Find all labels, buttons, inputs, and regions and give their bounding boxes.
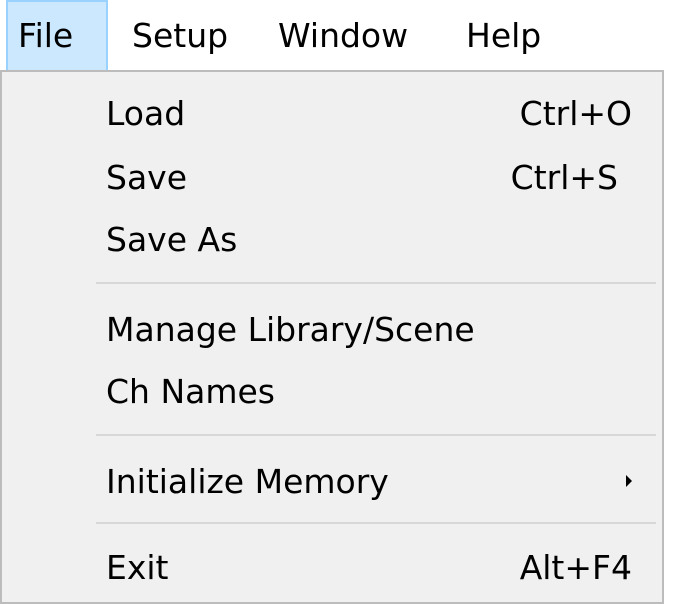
menu-item-manage-library-label: Manage Library/Scene: [106, 310, 475, 349]
menu-help[interactable]: Help: [458, 0, 568, 72]
menu-window-label: Window: [278, 16, 409, 55]
menu-item-ch-names-label: Ch Names: [106, 372, 275, 411]
menu-item-save-as-label: Save As: [106, 220, 238, 259]
menu-item-exit-label: Exit: [106, 548, 169, 587]
menu-item-save-as[interactable]: Save As: [2, 210, 662, 270]
menu-item-save[interactable]: Save Ctrl+S: [2, 148, 662, 208]
menu-file[interactable]: File: [6, 0, 108, 72]
menu-item-initialize-memory[interactable]: Initialize Memory: [2, 452, 662, 512]
menu-separator: [96, 282, 656, 284]
menu-item-exit-shortcut: Alt+F4: [519, 548, 632, 587]
menu-separator: [96, 522, 656, 524]
menu-item-exit[interactable]: Exit Alt+F4: [2, 538, 662, 598]
menu-item-load[interactable]: Load Ctrl+O: [2, 84, 662, 144]
menu-item-save-shortcut: Ctrl+S: [510, 158, 618, 197]
menu-setup-label: Setup: [132, 16, 229, 55]
menu-item-load-shortcut: Ctrl+O: [519, 94, 632, 133]
menu-item-manage-library[interactable]: Manage Library/Scene: [2, 300, 662, 360]
menu-window[interactable]: Window: [270, 0, 440, 72]
menu-help-label: Help: [466, 16, 542, 55]
menu-item-save-label: Save: [106, 158, 188, 197]
menu-bar: File Setup Window Help: [0, 0, 673, 74]
menu-item-ch-names[interactable]: Ch Names: [2, 362, 662, 422]
menu-setup[interactable]: Setup: [126, 0, 246, 72]
menu-item-initialize-memory-label: Initialize Memory: [106, 462, 389, 501]
menu-separator: [96, 434, 656, 436]
menu-file-label: File: [18, 16, 74, 55]
application-window: File Setup Window Help Load Ctrl+O Save …: [0, 0, 673, 604]
menu-item-load-label: Load: [106, 94, 186, 133]
file-menu-dropdown: Load Ctrl+O Save Ctrl+S Save As Manage L…: [0, 70, 664, 604]
submenu-arrow-icon: [626, 475, 632, 487]
